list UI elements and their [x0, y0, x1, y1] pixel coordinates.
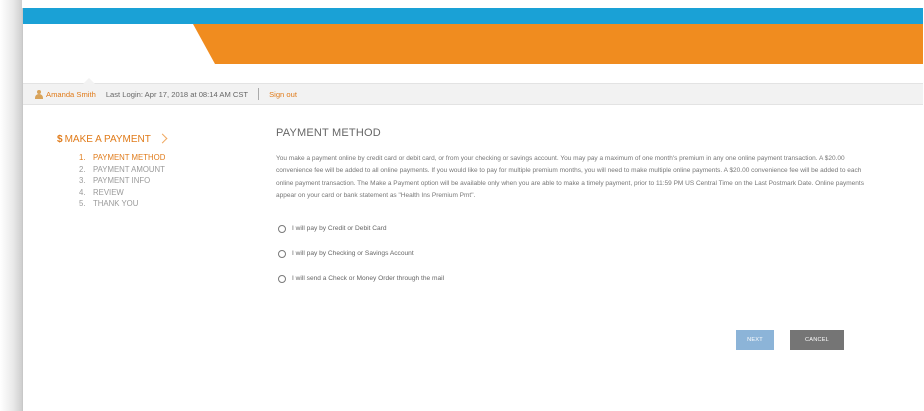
user-bar-divider [258, 88, 260, 100]
step-review[interactable]: 4. REVIEW [79, 188, 237, 200]
payment-steps: 1. PAYMENT METHOD 2. PAYMENT AMOUNT 3. P… [57, 153, 237, 211]
window-shadow [0, 0, 22, 411]
user-name-link[interactable]: Amanda Smith [46, 90, 96, 99]
payment-description: You make a payment online by credit card… [276, 155, 864, 199]
last-login-text: Last Login: Apr 17, 2018 at 08:14 AM CST [105, 89, 249, 99]
browser-window: Amanda Smith Last Login: Apr 17, 2018 at… [0, 0, 924, 411]
option-check-money-order[interactable]: I will send a Check or Money Order throu… [276, 266, 896, 291]
next-button[interactable]: NEXT [736, 330, 774, 350]
step-label: PAYMENT METHOD [93, 153, 166, 162]
option-label: I will pay by Checking or Savings Accoun… [292, 250, 414, 258]
step-label: REVIEW [93, 187, 124, 197]
option-credit-debit-card[interactable]: I will pay by Credit or Debit Card [276, 216, 896, 241]
dollar-icon: $ [57, 133, 63, 145]
radio-button[interactable] [278, 224, 286, 233]
option-checking-savings[interactable]: I will pay by Checking or Savings Accoun… [276, 241, 896, 266]
step-label: THANK YOU [93, 199, 139, 208]
user-icon [35, 89, 43, 99]
form-buttons: NEXT CANCEL [736, 330, 844, 350]
step-payment-amount[interactable]: 2. PAYMENT AMOUNT [79, 165, 237, 177]
step-number: 4. [79, 187, 86, 197]
user-bar: Amanda Smith Last Login: Apr 17, 2018 at… [23, 78, 923, 105]
step-number: 3. [79, 176, 86, 185]
step-label: PAYMENT AMOUNT [93, 164, 165, 174]
step-number: 1. [79, 153, 86, 162]
option-label: I will send a Check or Money Order throu… [292, 275, 445, 283]
option-label: I will pay by Credit or Debit Card [292, 225, 387, 233]
header-orange-band [23, 24, 923, 64]
payment-method-options: I will pay by Credit or Debit Card I wil… [276, 216, 896, 291]
cancel-button[interactable]: CANCEL [790, 330, 844, 350]
radio-button[interactable] [278, 274, 286, 283]
step-label: PAYMENT INFO [93, 176, 151, 185]
make-payment-title: MAKE A PAYMENT [64, 133, 151, 145]
radio-button[interactable] [278, 249, 286, 258]
step-thank-you[interactable]: 5. THANK YOU [79, 199, 237, 211]
header-orange-shape [193, 24, 923, 64]
step-number: 2. [79, 164, 86, 174]
chevron-right-icon [159, 133, 167, 145]
step-payment-method[interactable]: 1. PAYMENT METHOD [79, 153, 237, 165]
page-title: PAYMENT METHOD [276, 127, 381, 139]
step-payment-info[interactable]: 3. PAYMENT INFO [79, 176, 237, 188]
sign-out-link[interactable]: Sign out [269, 90, 297, 99]
step-number: 5. [79, 199, 86, 208]
header-top-bar [23, 8, 923, 24]
page: Amanda Smith Last Login: Apr 17, 2018 at… [22, 8, 923, 411]
user-bar-notch [83, 78, 95, 84]
main-content: PAYMENT METHOD You make a payment online… [276, 127, 896, 350]
make-payment-heading[interactable]: $ MAKE A PAYMENT [57, 133, 237, 145]
sidebar: $ MAKE A PAYMENT 1. PAYMENT METHOD 2. PA… [57, 133, 237, 211]
